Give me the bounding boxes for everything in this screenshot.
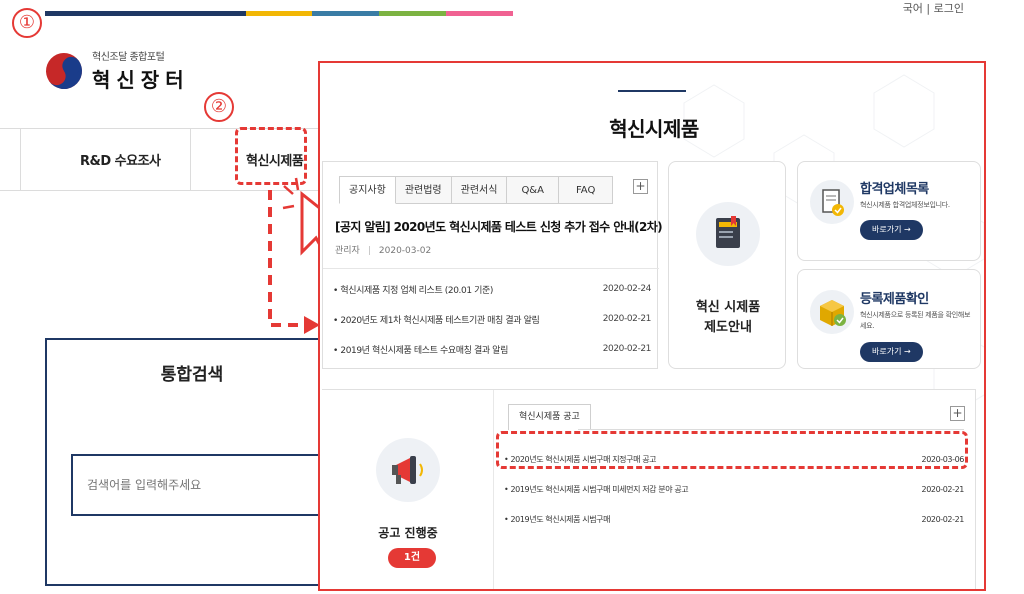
notice-text: • 2019년 혁신시제품 테스트 수요매칭 결과 알림 [333,345,508,356]
package-check-icon [810,290,854,334]
notice-more-button[interactable]: + [633,179,648,194]
book-icon [696,202,760,266]
ongoing-count-badge[interactable]: 1건 [388,548,436,568]
featured-notice-date: 2020-03-02 [378,246,432,256]
taegeuk-logo-icon [38,45,90,96]
utility-links[interactable]: 국어 | 로그인 [903,0,964,16]
list-item[interactable]: • 2019년 혁신시제품 테스트 수요매칭 결과 알림 2020-02-21 [333,334,651,364]
highlight-nav-product [235,127,307,185]
step-marker-1: ① [12,8,42,38]
notice-list: • 혁신시제품 지정 업체 리스트 (20.01 기준) 2020-02-24 … [333,274,651,364]
site-logo[interactable]: 혁신조달 종합포털 혁신장터 [38,45,190,96]
announcement-more-button[interactable]: + [950,406,965,421]
list-item[interactable]: • 2019년도 혁신시제품 시범구매 미세먼지 저감 분야 공고 2020-0… [504,474,968,504]
pass-company-desc: 혁신시제품 합격업체정보입니다. [860,201,950,209]
nav-divider-bottom [0,190,320,191]
registered-product-card: 등록제품확인 혁신시제품으로 등록된 제품을 확인해보세요. 바로가기 → [797,269,981,369]
step-marker-2: ② [204,92,234,122]
color-segment [379,11,447,16]
color-segment [312,11,380,16]
announcement-text: • 2019년도 혁신시제품 시범구매 미세먼지 저감 분야 공고 [504,484,689,494]
logo-subtitle: 혁신조달 종합포털 [92,52,165,63]
tab-forms[interactable]: 관련서식 [451,176,508,204]
notice-board-card: 공지사항 관련법령 관련서식 Q&A FAQ + [공지 알림] 2020년도 … [322,161,663,369]
list-item[interactable]: • 2019년도 혁신시제품 시범구매 2020-02-21 [504,504,968,534]
system-guide-label: 혁신 시제품 제도안내 [695,300,761,335]
notice-date: 2020-02-21 [602,314,652,324]
ongoing-announcement-box: 공고 진행중 1건 [322,390,494,589]
color-segment [178,11,246,16]
tab-notice[interactable]: 공지사항 [339,176,396,204]
pass-company-card: 합격업체목록 혁신시제품 합격업체정보입니다. 바로가기 → [797,161,981,261]
tab-faq[interactable]: FAQ [558,176,614,204]
tab-qna[interactable]: Q&A [507,176,559,204]
registered-product-title: 등록제품확인 [860,292,929,307]
announcement-text: • 2019년도 혁신시제품 시범구매 [504,514,611,524]
pass-company-title: 합격업체목록 [860,182,929,197]
panel-title: 혁신시제품 [609,117,699,141]
megaphone-icon [376,438,440,502]
nav-item-rnd-survey[interactable]: R&D 수요조사 [80,150,161,169]
top-color-bar [45,11,514,16]
search-title: 통합검색 [160,365,224,385]
document-check-icon [810,180,854,224]
notice-text: • 2020년도 제1차 혁신시제품 테스트기관 매칭 결과 알림 [333,315,540,326]
color-segment [111,11,179,16]
announcement-tab-line [578,429,964,430]
featured-notice-meta: 관리자 | 2020-03-02 [335,246,432,256]
tab-announcements[interactable]: 혁신시제품 공고 [508,404,591,430]
integrated-search-panel: 통합검색 [45,338,341,586]
featured-notice-author: 관리자 [335,246,360,256]
announcement-date: 2020-02-21 [921,484,965,494]
notice-date: 2020-02-21 [602,344,652,354]
notice-tabs: 공지사항 관련법령 관련서식 Q&A FAQ [339,176,614,204]
announcement-date: 2020-02-21 [921,514,965,524]
color-segment [45,11,112,16]
list-item[interactable]: • 혁신시제품 지정 업체 리스트 (20.01 기준) 2020-02-24 [333,274,651,304]
registered-product-go-button[interactable]: 바로가기 → [860,342,923,362]
innovative-product-panel: 혁신시제품 공지사항 관련법령 관련서식 Q&A FAQ + [공지 알림] 2… [318,61,986,591]
logo-title: 혁신장터 [92,68,190,92]
registered-product-desc: 혁신시제품으로 등록된 제품을 확인해보세요. [860,311,971,330]
nav-separator [190,128,191,190]
color-segment [245,11,313,16]
notice-date: 2020-02-24 [602,284,652,294]
title-rule [618,90,686,92]
dashed-guide-arrow [268,190,318,327]
highlight-first-announcement [496,431,968,469]
card-divider [323,268,659,269]
color-segment [446,11,514,16]
search-input[interactable] [71,454,341,516]
system-guide-card[interactable]: 혁신 시제품 제도안내 [668,161,786,369]
list-item[interactable]: • 2020년도 제1차 혁신시제품 테스트기관 매칭 결과 알림 2020-0… [333,304,651,334]
tab-laws[interactable]: 관련법령 [395,176,452,204]
pass-company-go-button[interactable]: 바로가기 → [860,220,923,240]
notice-text: • 혁신시제품 지정 업체 리스트 (20.01 기준) [333,285,493,296]
announcement-section: 공고 진행중 1건 혁신시제품 공고 + • 2020년도 혁신시제품 시범구매… [322,389,976,589]
nav-separator [20,128,21,190]
featured-notice-title[interactable]: [공지 알림] 2020년도 혁신시제품 테스트 신청 추가 접수 안내(2차) [335,218,663,235]
ongoing-announcement-label: 공고 진행중 [378,526,438,540]
